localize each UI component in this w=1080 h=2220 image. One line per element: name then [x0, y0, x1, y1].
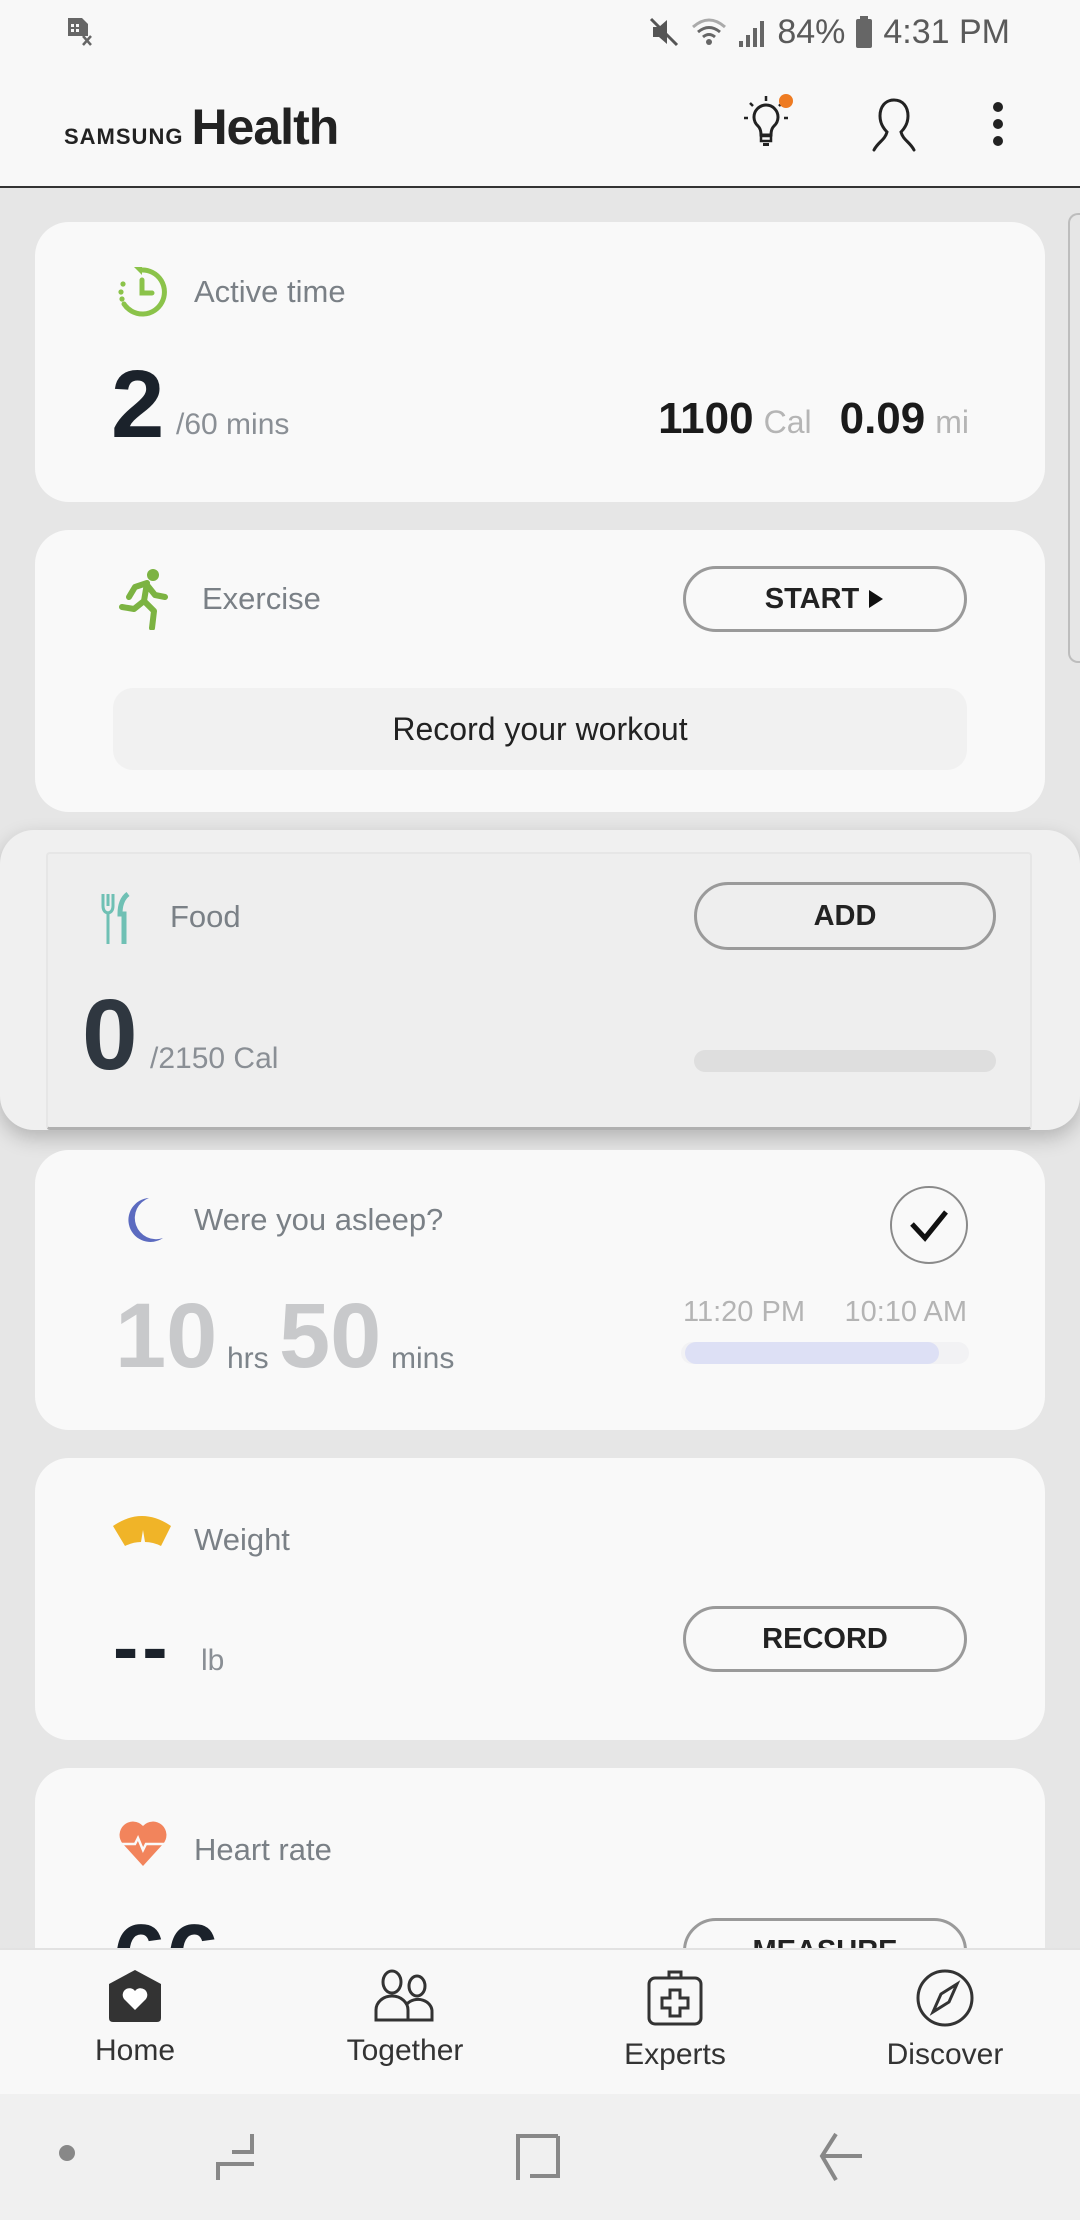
nav-together-label: Together: [346, 2034, 464, 2067]
app-logo: SAMSUNG Health: [64, 98, 339, 156]
heart-rate-title: Heart rate: [194, 1832, 332, 1867]
sleep-card[interactable]: Were you asleep? 10 hrs 50 mins 11:20 PM…: [35, 1150, 1045, 1430]
calories-value: 1100: [658, 394, 754, 443]
active-time-value: 2: [111, 351, 165, 458]
exercise-title: Exercise: [202, 581, 321, 616]
app-title: Health: [191, 99, 339, 155]
scrollbar[interactable]: [1068, 213, 1080, 663]
sim-card-missing-icon: [68, 18, 92, 46]
sleep-mins: 50: [279, 1285, 382, 1387]
distance-unit: mi: [935, 404, 969, 440]
brand-name: SAMSUNG: [64, 124, 184, 149]
sleep-hours-unit: hrs: [227, 1342, 269, 1375]
signal-icon: [739, 21, 765, 47]
active-time-title: Active time: [194, 274, 346, 309]
exercise-card[interactable]: Exercise START Record your workout: [35, 530, 1045, 812]
play-icon: [869, 590, 884, 608]
battery-percent: 84%: [777, 12, 846, 51]
start-exercise-button[interactable]: START: [683, 566, 967, 632]
sleep-start-time: 11:20 PM: [683, 1296, 805, 1328]
system-navigation-bar: [0, 2094, 1080, 2220]
heart-rate-icon: [119, 1821, 167, 1866]
battery-icon: [856, 16, 873, 48]
scale-icon: [113, 1516, 171, 1546]
status-bar: 84% 4:31 PM: [0, 0, 1080, 64]
heart-rate-value: 66: [113, 1904, 220, 1948]
nav-home[interactable]: Home: [0, 1950, 270, 2094]
sleep-title: Were you asleep?: [194, 1202, 444, 1237]
notification-dot: [779, 94, 793, 108]
active-time-card[interactable]: Active time 2 /60 mins 1100 Cal 0.09 mi: [35, 222, 1045, 502]
home-icon[interactable]: [516, 2132, 564, 2182]
calories-unit: Cal: [763, 404, 812, 440]
weight-card[interactable]: Weight -- lb RECORD: [35, 1458, 1045, 1740]
active-time-goal: /60 mins: [176, 408, 290, 441]
sleep-hours: 10: [115, 1285, 218, 1387]
active-time-stats: 1100 Cal 0.09 mi: [658, 394, 969, 444]
bottom-navigation: Home Together Experts Discover: [0, 1948, 1080, 2094]
food-card[interactable]: Food ADD 0 /2150 Cal: [0, 830, 1080, 1130]
food-progress-bar: [694, 1050, 996, 1072]
running-icon: [119, 569, 168, 630]
weight-title: Weight: [194, 1522, 290, 1557]
nav-discover-label: Discover: [886, 2038, 1004, 2071]
more-options-icon: [993, 102, 1003, 146]
medical-kit-icon: [647, 1970, 703, 2026]
recent-apps-icon[interactable]: [212, 2132, 260, 2182]
distance-value: 0.09: [839, 394, 926, 443]
nav-discover[interactable]: Discover: [810, 1950, 1080, 2094]
measure-heart-rate-button[interactable]: MEASURE: [683, 1918, 967, 1948]
sleep-mins-unit: mins: [391, 1342, 455, 1375]
weight-value: --: [113, 1605, 172, 1690]
dot-icon[interactable]: [58, 2144, 76, 2162]
sleep-end-time: 10:10 AM: [844, 1296, 967, 1328]
mute-icon: [650, 17, 679, 47]
active-time-icon: [118, 267, 167, 317]
home-heart-icon: [109, 1970, 161, 2022]
profile-button[interactable]: [862, 92, 926, 156]
nav-home-label: Home: [94, 2034, 176, 2067]
confirm-sleep-button[interactable]: [890, 1186, 968, 1264]
nav-together[interactable]: Together: [270, 1950, 540, 2094]
food-value: 0: [82, 979, 138, 1091]
tips-bulb-icon: [744, 94, 793, 146]
compass-icon: [916, 1969, 974, 2027]
record-weight-button[interactable]: RECORD: [683, 1606, 967, 1672]
record-workout-button[interactable]: Record your workout: [113, 688, 967, 770]
back-icon[interactable]: [818, 2132, 866, 2182]
food-title: Food: [170, 899, 241, 934]
tips-button[interactable]: [736, 92, 800, 156]
weight-unit: lb: [201, 1644, 225, 1677]
fork-knife-icon: [101, 892, 130, 944]
moon-icon: [128, 1198, 163, 1242]
sleep-timeline-fill: [685, 1342, 939, 1364]
more-options-button[interactable]: [966, 92, 1030, 156]
add-food-button[interactable]: ADD: [694, 882, 996, 950]
nav-experts-label: Experts: [624, 2038, 726, 2071]
app-bar: SAMSUNG Health: [0, 64, 1080, 188]
checkmark-icon: [910, 1210, 948, 1242]
dashboard-scroll-area[interactable]: Active time 2 /60 mins 1100 Cal 0.09 mi …: [0, 188, 1080, 1948]
start-label: START: [764, 582, 860, 615]
clock: 4:31 PM: [883, 12, 1010, 51]
profile-icon: [872, 98, 916, 152]
wifi-icon: [692, 18, 727, 45]
people-icon: [374, 1969, 434, 2022]
nav-experts[interactable]: Experts: [540, 1950, 810, 2094]
heart-rate-card[interactable]: Heart rate 66 MEASURE: [35, 1768, 1045, 1948]
food-goal: /2150 Cal: [150, 1042, 279, 1075]
sleep-timeline-bar: [681, 1342, 969, 1364]
